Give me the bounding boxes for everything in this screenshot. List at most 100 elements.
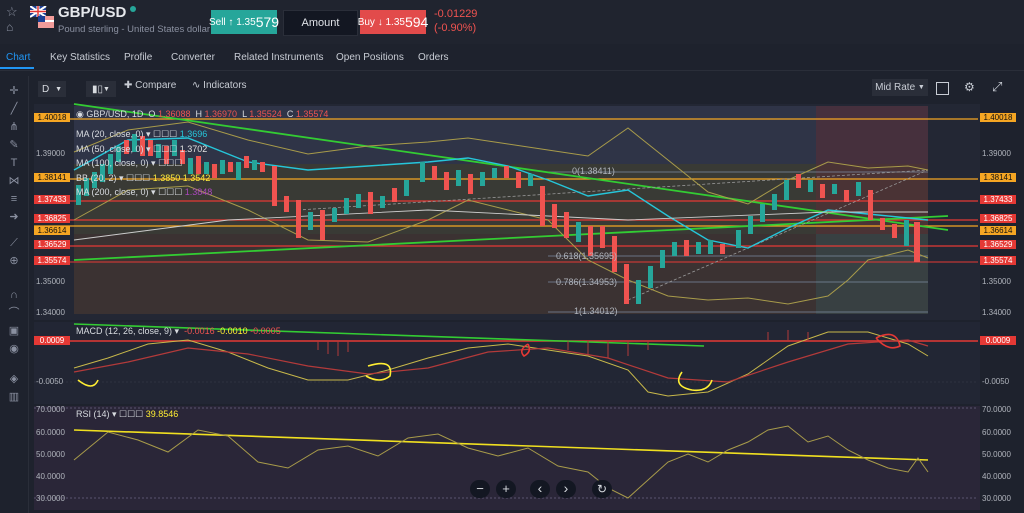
settings-icon[interactable]: ⚙	[964, 80, 975, 94]
l-label: L	[242, 109, 247, 119]
compare-button[interactable]: ✚ Compare	[124, 80, 176, 91]
wave-icon: ∿	[192, 80, 201, 91]
rsi-tick-right: 60.0000	[982, 428, 1011, 437]
tab-profile[interactable]: Profile	[124, 52, 152, 63]
interval-value: D	[42, 83, 50, 95]
tab-chart[interactable]: Chart	[6, 52, 30, 63]
legend-ma50[interactable]: MA (50, close, 0) ▾ ☐☐☐ 1.3702	[76, 144, 207, 155]
ma50-label: MA (50, close, 0)	[76, 144, 144, 154]
candles-icon: ▮▯	[92, 83, 104, 95]
buy-label: Buy	[357, 16, 375, 28]
macd-legend[interactable]: MACD (12, 26, close, 9) ▾ -0.0016 -0.001…	[76, 326, 281, 337]
reset-chart-button[interactable]: ↻	[592, 480, 612, 498]
bb-value: 1.3850 1.3542	[152, 173, 211, 183]
legend-bb[interactable]: BB (20, 2) ▾ ☐☐☐ 1.3850 1.3542	[76, 173, 210, 184]
rsi-tick-right: 40.0000	[982, 472, 1011, 481]
active-tab-indicator	[0, 67, 34, 69]
flag-icon	[30, 6, 54, 28]
price-mode-select[interactable]: Mid Rate ▼	[872, 79, 928, 96]
zoom-icon[interactable]: ⊕	[7, 254, 21, 268]
legend-ma200[interactable]: MA (200, close, 0) ▾ ☐☐☐ 1.3848	[76, 187, 212, 198]
low-value: 1.35524	[249, 109, 282, 119]
text-icon[interactable]: T	[7, 156, 21, 170]
macd-tick-left: -0.0050	[36, 377, 64, 386]
status-dot	[130, 6, 136, 12]
arrow-icon[interactable]: ➜	[7, 210, 21, 224]
indicators-label: Indicators	[203, 80, 247, 91]
axis-tick-left: 1.35000	[36, 277, 65, 286]
tab-related-instruments[interactable]: Related Instruments	[234, 52, 324, 63]
ma20-value: 1.3696	[179, 129, 208, 139]
level-label-left: 1.37433	[34, 195, 70, 204]
rsi-tick-left: 50.0000	[36, 450, 65, 459]
scroll-right-button[interactable]: ›	[556, 480, 576, 498]
sell-button[interactable]: Sell ↑ 1.35 579	[208, 10, 280, 34]
ruler-icon[interactable]: ⟋	[7, 236, 21, 250]
lock-draw-icon[interactable]: ⌒	[7, 306, 21, 320]
buy-price-big: 594	[404, 14, 429, 30]
c-label: C	[286, 109, 294, 119]
fib-label-1: 1(1.34012)	[574, 306, 618, 316]
legend-ma20[interactable]: MA (20, close, 0) ▾ ☐☐☐ 1.3696	[76, 129, 207, 140]
expand-icon[interactable]: ⤢	[992, 79, 1002, 95]
ma200-label: MA (200, close, 0)	[76, 187, 149, 197]
magnet-icon[interactable]: ∩	[7, 288, 21, 302]
eye-icon[interactable]: ◉	[7, 342, 21, 356]
plus-icon: ✚	[124, 80, 133, 91]
sell-price-prefix: 1.35	[236, 16, 256, 28]
trendline-icon[interactable]: ╱	[7, 102, 21, 116]
axis-tick: 1.39000	[982, 149, 1011, 158]
fork-icon[interactable]: ⋔	[7, 120, 21, 134]
macd-value-1: -0.0016	[184, 326, 215, 336]
price-mode-label: Mid Rate	[875, 82, 916, 93]
rsi-tick-left: 70.0000	[36, 405, 65, 414]
ma20-label: MA (20, close, 0)	[76, 129, 144, 139]
rsi-tick-left: 60.0000	[36, 428, 65, 437]
close-value: 1.35574	[295, 109, 329, 119]
scroll-left-button[interactable]: ‹	[530, 480, 550, 498]
crosshair-icon[interactable]: ✛	[7, 84, 21, 98]
sell-price-big: 579	[255, 14, 280, 30]
high-value: 1.36970	[204, 109, 238, 119]
zoom-in-button[interactable]: +	[496, 480, 516, 498]
o-label: O	[148, 109, 156, 119]
buy-button[interactable]: Buy ↓ 1.35 594	[357, 10, 429, 34]
rsi-label: RSI (14)	[76, 409, 110, 419]
macd-value-3: -0.0005	[250, 326, 281, 336]
legend-ma100[interactable]: MA (100, close, 0) ▾ ☐☐☐	[76, 158, 182, 169]
amount-input[interactable]: Amount	[283, 10, 358, 36]
tab-converter[interactable]: Converter	[171, 52, 215, 63]
brush-icon[interactable]: ✎	[7, 138, 21, 152]
rsi-tick-left: 40.0000	[36, 472, 65, 481]
rsi-tick-right: 70.0000	[982, 405, 1011, 414]
trash-icon[interactable]: ▥	[7, 390, 21, 404]
ma100-label: MA (100, close, 0)	[76, 158, 149, 168]
zoom-out-button[interactable]: −	[470, 480, 490, 498]
symbol-title: GBP/USD	[58, 4, 127, 21]
tab-key-statistics[interactable]: Key Statistics	[50, 52, 110, 63]
macd-value-2: -0.0010	[217, 326, 248, 336]
rsi-legend[interactable]: RSI (14) ▾ ☐☐☐ 39.8546	[76, 409, 178, 420]
rsi-tick-right: 50.0000	[982, 450, 1011, 459]
compare-label: Compare	[135, 80, 177, 91]
tab-orders[interactable]: Orders	[418, 52, 449, 63]
fullscreen-checkbox-icon[interactable]	[936, 82, 949, 95]
macd-label: MACD (12, 26, close, 9)	[76, 326, 173, 336]
macd-tick-right: -0.0050	[982, 377, 1010, 386]
lock-icon[interactable]: ▣	[7, 324, 21, 338]
tab-bar	[0, 44, 1024, 71]
bb-label: BB (20, 2)	[76, 173, 117, 183]
indicators-button[interactable]: ∿ Indicators	[192, 80, 247, 91]
layers-icon[interactable]: ◈	[7, 372, 21, 386]
pattern-icon[interactable]: ⋈	[7, 174, 21, 188]
interval-select[interactable]: D ▼	[38, 81, 66, 97]
tag-icon[interactable]: ⌂	[6, 20, 13, 34]
rsi-value: 39.8546	[145, 409, 179, 419]
fib-icon[interactable]: ≡	[7, 192, 21, 206]
chart-type-select[interactable]: ▮▯ ▼	[86, 81, 116, 97]
chart-legend-ohlc: ◉ GBP/USD, 1D O 1.36088 H 1.36970 L 1.35…	[76, 109, 328, 120]
sell-label: Sell	[208, 16, 226, 28]
tab-open-positions[interactable]: Open Positions	[336, 52, 404, 63]
eye-icon[interactable]: ◉	[76, 109, 84, 119]
star-icon[interactable]: ☆	[6, 4, 18, 20]
